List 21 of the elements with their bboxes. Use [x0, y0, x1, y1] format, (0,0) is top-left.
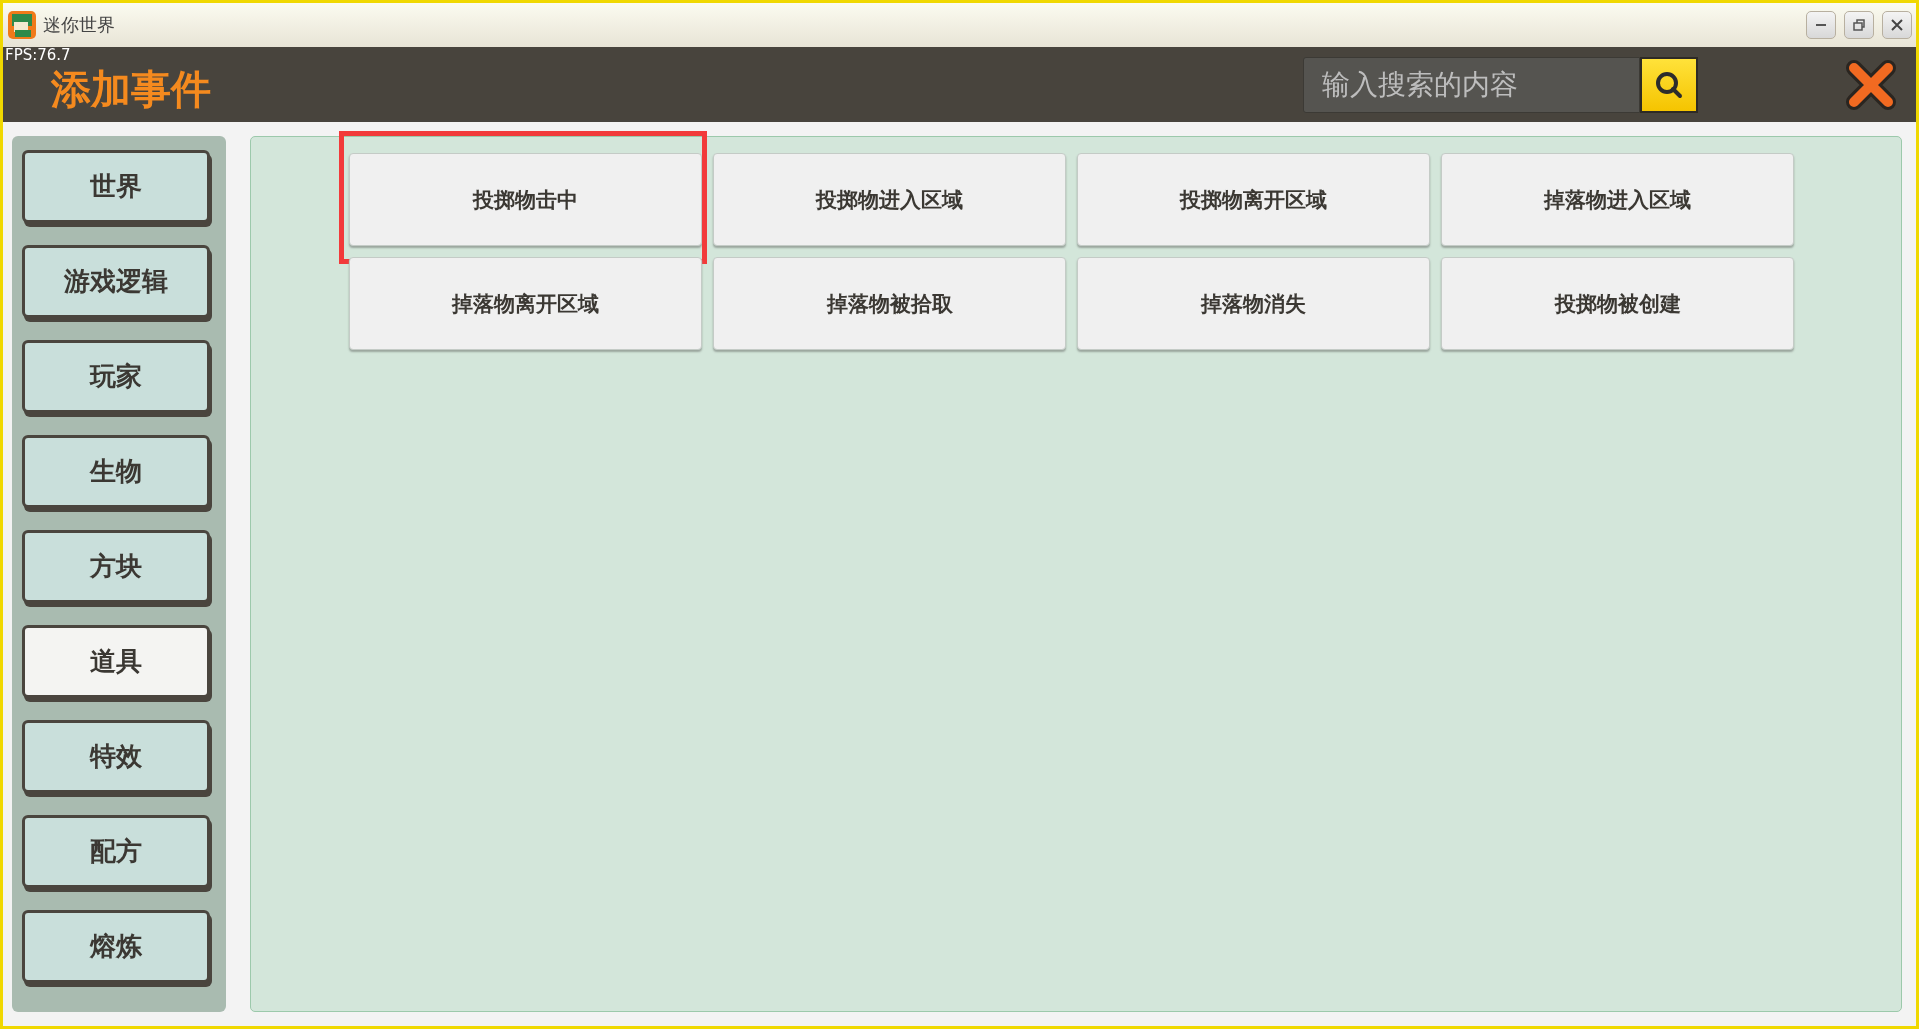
close-icon: [1844, 57, 1898, 112]
fps-counter: FPS:76.7: [5, 47, 71, 63]
event-button[interactable]: 投掷物离开区域: [1077, 153, 1430, 246]
close-button[interactable]: [1882, 11, 1912, 39]
event-button[interactable]: 投掷物进入区域: [713, 153, 1066, 246]
restore-icon: [1852, 18, 1866, 32]
restore-button[interactable]: [1844, 11, 1874, 39]
event-button[interactable]: 投掷物击中: [349, 153, 702, 246]
event-button[interactable]: 掉落物离开区域: [349, 257, 702, 350]
search-field[interactable]: 输入搜索的内容: [1303, 56, 1640, 113]
event-button[interactable]: 掉落物被拾取: [713, 257, 1066, 350]
search-button[interactable]: [1640, 56, 1698, 113]
event-button[interactable]: 掉落物进入区域: [1441, 153, 1794, 246]
app-icon: [7, 10, 37, 40]
close-icon: [1890, 18, 1904, 32]
close-button[interactable]: [1844, 57, 1898, 112]
event-button[interactable]: 掉落物消失: [1077, 257, 1430, 350]
event-button[interactable]: 投掷物被创建: [1441, 257, 1794, 350]
dialog-title: 添加事件: [51, 65, 211, 114]
minimize-button[interactable]: [1806, 11, 1836, 39]
window-title: 迷你世界: [43, 13, 115, 37]
